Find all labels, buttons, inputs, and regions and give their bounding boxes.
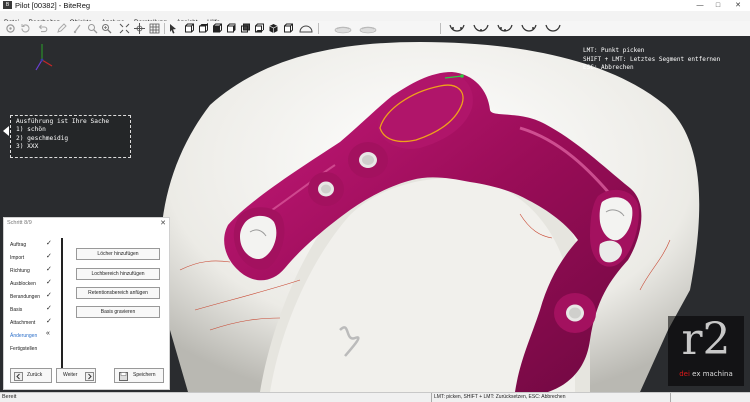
current-step-icon: « — [46, 330, 50, 337]
mouse-hints: LMT: Punkt picken SHIFT + LMT: Letztes Se… — [583, 47, 720, 73]
hint-line: LMT: Punkt picken — [583, 47, 645, 54]
tooth-view-1-icon[interactable] — [448, 23, 466, 34]
window-title: Pilot [00382] - BiteReg — [15, 1, 91, 10]
step-aenderungen: Änderungen — [10, 333, 38, 339]
tooth-view-5-icon[interactable] — [544, 23, 562, 34]
tooth-view-3-icon[interactable] — [496, 23, 514, 34]
next-label: Weiter — [63, 372, 78, 378]
back-label: Zurück — [27, 372, 43, 378]
step-ausblocken: Ausblocken — [10, 281, 36, 287]
check-icon: ✓ — [46, 279, 52, 286]
status-bar: Bereit LMT: picken, SHIFT + LMT: Zurücks… — [0, 392, 750, 402]
pencil-icon[interactable] — [56, 23, 67, 34]
question-line: Ausführung ist Ihre Sache — [16, 118, 110, 125]
toolbar — [0, 21, 750, 37]
logo-main: r2 — [681, 314, 731, 365]
save-button[interactable]: Speichern — [114, 368, 164, 383]
add-hole-area-button[interactable]: Lochbereich hinzufügen — [76, 268, 160, 280]
hint-line: ESC: Abbrechen — [583, 64, 634, 71]
logo-tagline: dei ex machina — [670, 370, 742, 378]
grid-icon[interactable] — [149, 23, 160, 34]
step-import: Import — [10, 255, 25, 261]
logo-tagline-red: dei — [679, 370, 690, 378]
cube-bottom-icon[interactable] — [254, 23, 265, 34]
engrave-base-button[interactable]: Basis gravieren — [76, 306, 160, 318]
minimize-button[interactable]: — — [693, 0, 707, 11]
model-jaw2-icon[interactable] — [358, 23, 378, 34]
close-icon[interactable]: ✕ — [160, 219, 166, 227]
app-icon[interactable]: B — [3, 1, 12, 9]
cube-back-icon[interactable] — [240, 23, 251, 34]
step-attachment: Attachment — [10, 320, 36, 326]
cube-right-icon[interactable] — [226, 23, 237, 34]
crosshair-icon[interactable] — [134, 23, 145, 34]
fit-icon[interactable] — [119, 23, 130, 34]
cube-top-icon[interactable] — [198, 23, 209, 34]
toolbar-separator — [164, 23, 165, 34]
collapse-arrow-icon[interactable] — [3, 126, 9, 136]
step-fertigstellen: Fertigstellen — [10, 346, 38, 352]
check-icon: ✓ — [46, 253, 52, 260]
wizard-title: Schritt 8/9 — [7, 220, 32, 226]
dome-icon[interactable] — [299, 23, 313, 34]
search-icon[interactable] — [101, 23, 112, 34]
toolbar-separator — [440, 23, 441, 34]
save-label: Speichern — [133, 372, 156, 378]
logo-tagline-rest: ex machina — [689, 370, 733, 378]
question-box: Ausführung ist Ihre Sache 1) schön 2) ge… — [10, 115, 131, 158]
next-button[interactable]: Weiter — [56, 368, 96, 383]
step-auftrag: Auftrag — [10, 242, 27, 248]
implant-tube — [308, 172, 344, 206]
model-jaw-icon[interactable] — [333, 23, 353, 34]
tooth-view-4-icon[interactable] — [520, 23, 538, 34]
next-icon — [85, 372, 94, 381]
cube-iso-icon[interactable] — [268, 23, 279, 34]
back-button[interactable]: Zurück — [10, 368, 52, 383]
brush-icon[interactable] — [72, 23, 83, 34]
question-line: 3) XXX — [16, 143, 39, 151]
menu-bar: Datei Bearbeiten Objekte Analyse Darstel… — [0, 11, 750, 26]
check-icon: ✓ — [46, 305, 52, 312]
check-icon: ✓ — [46, 292, 52, 299]
toolbar-separator — [318, 23, 319, 34]
cube-left-icon[interactable] — [212, 23, 223, 34]
implant-tube — [348, 142, 388, 178]
wizard-divider — [61, 238, 63, 372]
hint-line: SHIFT + LMT: Letztes Segment entfernen — [583, 55, 721, 63]
undo-icon[interactable] — [37, 23, 48, 34]
select-icon[interactable] — [168, 23, 179, 34]
settings-icon[interactable] — [5, 23, 16, 34]
step-richtung: Richtung — [10, 268, 30, 274]
cube-front-icon[interactable] — [184, 23, 195, 34]
r2-logo: r2 dei ex machina — [668, 314, 744, 386]
maximize-button[interactable]: □ — [711, 0, 725, 11]
save-icon — [119, 372, 128, 381]
implant-tube — [554, 293, 596, 333]
question-line: 1) schön — [16, 126, 46, 134]
add-retention-area-button[interactable]: Retentionsbereich anfügen — [76, 287, 160, 299]
status-text: Bereit — [2, 394, 17, 400]
axis-gizmo — [35, 44, 53, 71]
wizard-panel: Schritt 8/9 ✕ Auftrag ✓ Import ✓ Richtun… — [3, 217, 170, 390]
status-hint: LMT: picken, SHIFT + LMT: Zurücksetzen, … — [431, 393, 671, 402]
refresh-icon[interactable] — [20, 23, 31, 34]
close-button[interactable]: ✕ — [731, 0, 745, 11]
cube-wire-icon[interactable] — [283, 23, 294, 34]
zoom-icon[interactable] — [87, 23, 98, 34]
check-icon: ✓ — [46, 240, 52, 247]
add-holes-button[interactable]: Löcher hinzufügen — [76, 248, 160, 260]
check-icon: ✓ — [46, 266, 52, 273]
step-basis: Basis — [10, 307, 23, 313]
back-icon — [14, 372, 23, 381]
check-icon: ✓ — [46, 318, 52, 325]
step-berandungen: Berandungen — [10, 294, 41, 300]
tooth-view-2-icon[interactable] — [472, 23, 490, 34]
question-line: 2) geschmeidig — [16, 134, 69, 142]
